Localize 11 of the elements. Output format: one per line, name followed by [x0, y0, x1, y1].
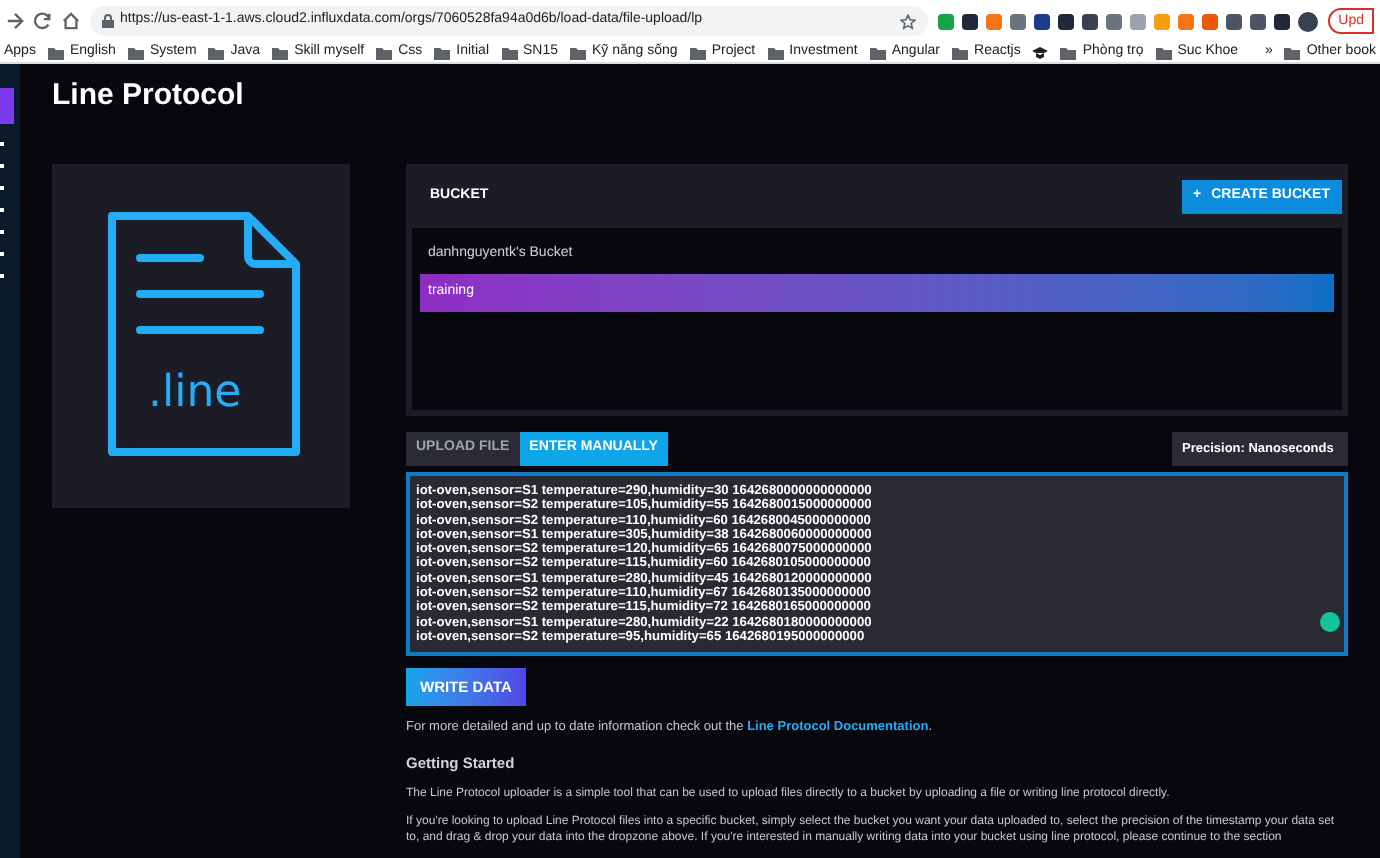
lock-icon — [102, 14, 114, 28]
star-icon[interactable] — [900, 13, 917, 29]
file-extension-label: .line — [148, 372, 242, 416]
profile-avatar[interactable] — [1298, 11, 1319, 31]
forward-icon[interactable] — [6, 12, 24, 30]
graduation-cap-icon[interactable] — [1032, 45, 1049, 59]
nav-active-marker[interactable] — [0, 88, 14, 124]
document-icon — [103, 212, 299, 460]
page-title: Line Protocol — [52, 80, 246, 116]
reload-icon[interactable] — [34, 12, 52, 30]
home-icon[interactable] — [62, 12, 80, 30]
